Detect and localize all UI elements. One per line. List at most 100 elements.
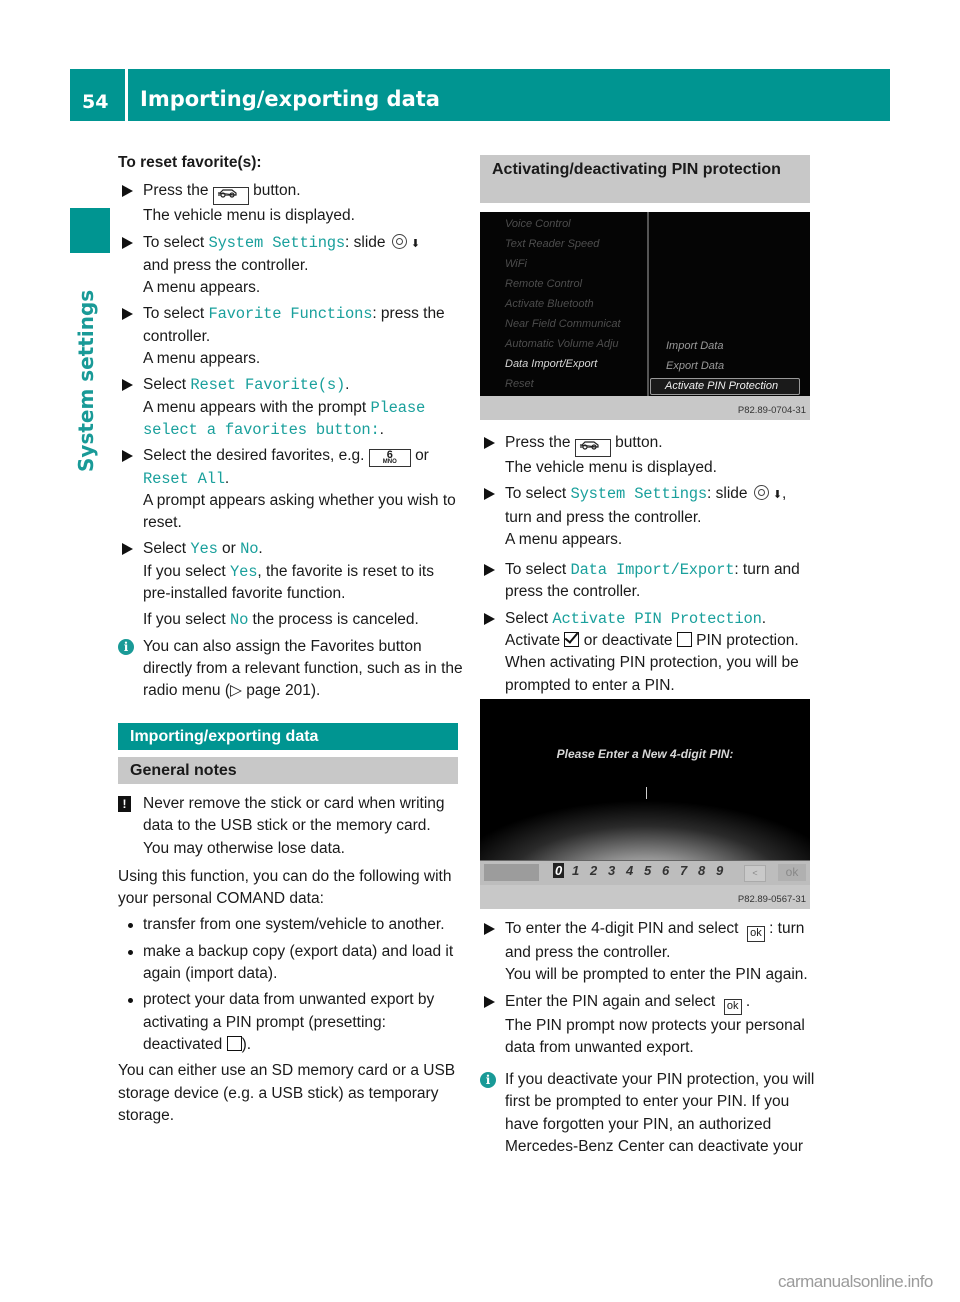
- bullet-icon: [128, 998, 133, 1004]
- menu-item-reset-all: Reset All: [143, 469, 225, 488]
- digit-key: 1: [572, 863, 580, 878]
- menu-item-data-import-export: Data Import/Export: [570, 561, 735, 580]
- step-arrow-icon: [122, 236, 133, 249]
- page-number: 54: [82, 91, 109, 113]
- list-item: transfer from one system/vehicle to anot…: [118, 914, 460, 936]
- screenshot-system-menu: Voice Control Text Reader Speed WiFi Rem…: [480, 212, 810, 420]
- left-column: To reset favorite(s): Press the button. …: [118, 152, 463, 707]
- step-arrow-icon: [484, 437, 495, 449]
- section-header-pin: Activating/deactivating PIN protection: [480, 155, 810, 203]
- menu-item: Near Field Communicat: [505, 318, 621, 330]
- side-tab-label: System settings: [74, 289, 98, 472]
- side-tab-marker: [70, 208, 110, 253]
- menu-item-reset-favorites: Reset Favorite(s): [190, 376, 346, 395]
- figure-caption: P82.89-0704-31: [737, 405, 806, 416]
- menu-item: Reset: [505, 378, 534, 390]
- checkbox-unchecked-icon: [226, 1035, 242, 1051]
- ok-key-icon: ok: [747, 926, 765, 942]
- page-number-box: 54: [70, 69, 125, 121]
- chapter-title: Importing/exporting data: [140, 87, 440, 111]
- step-arrow-icon: [122, 308, 133, 321]
- step: Press the button. The vehicle menu is di…: [118, 180, 463, 227]
- favorite-key-6-icon: 6 MNO: [368, 449, 411, 468]
- bullet-icon: [128, 949, 133, 955]
- digit-bar: 0 1 2 3 4 5 6 7 8 9 < ok: [480, 860, 810, 885]
- digit-key: 8: [698, 863, 706, 878]
- menu-item-system-settings: System Settings: [570, 485, 708, 504]
- step: To select Data Import/Export: turn and p…: [480, 559, 815, 604]
- ok-key-icon: ok: [723, 998, 742, 1015]
- controller-icon: [391, 233, 407, 249]
- digit-key: 4: [626, 863, 634, 878]
- checkbox-checked-icon: [564, 632, 580, 648]
- submenu-item: Export Data: [666, 360, 725, 372]
- checkbox-unchecked-icon: [676, 632, 692, 648]
- menu-item: Activate Bluetooth: [505, 298, 594, 310]
- info-note: i If you deactivate your PIN protection,…: [480, 1069, 815, 1158]
- step: To select System Settings: slide ⬇ and p…: [118, 232, 463, 300]
- digit-key: 7: [680, 863, 688, 878]
- delete-button: <: [744, 865, 766, 882]
- back-button: [484, 864, 539, 881]
- menu-item-favorite-functions: Favorite Functions: [208, 305, 373, 324]
- digit-key: 2: [590, 863, 598, 878]
- subsection-header: General notes: [118, 757, 458, 784]
- screenshot-pin-entry: Please Enter a New 4-digit PIN: 0 1 2 3 …: [480, 699, 810, 909]
- text-cursor: [646, 787, 647, 799]
- submenu-item: Import Data: [666, 340, 724, 352]
- step-arrow-icon: [484, 612, 495, 625]
- info-icon: i: [118, 638, 134, 655]
- menu-item-activate-pin: Activate PIN Protection: [552, 609, 762, 628]
- submenu-item-selected: Activate PIN Protection: [650, 378, 800, 395]
- option-yes: Yes: [190, 540, 218, 559]
- step-arrow-icon: [122, 543, 133, 556]
- vehicle-button-icon: [574, 439, 611, 457]
- intro-text: Using this function, you can do the foll…: [118, 867, 452, 908]
- menu-item: Automatic Volume Adju: [505, 338, 619, 350]
- step: To select Favorite Functions: press the …: [118, 303, 463, 370]
- arrow-down-icon: ⬇: [410, 237, 421, 250]
- digit-key: 6: [662, 863, 670, 878]
- warning-note: ! Never remove the stick or card when wr…: [118, 793, 460, 860]
- section-header: Importing/exporting data: [118, 723, 458, 750]
- menu-item: Remote Control: [505, 278, 583, 290]
- pin-steps: Press the button. The vehicle menu is di…: [480, 432, 815, 701]
- vehicle-button-icon: [212, 187, 249, 206]
- menu-item: Text Reader Speed: [505, 238, 600, 250]
- digit-key: 3: [608, 863, 616, 878]
- step: To enter the 4-digit PIN and select ok :…: [480, 918, 815, 987]
- step: To select System Settings: slide ⬇, turn…: [480, 483, 815, 551]
- chapter-header: Importing/exporting data: [128, 69, 890, 121]
- step-arrow-icon: [484, 564, 495, 577]
- pin-confirm-steps: To enter the 4-digit PIN and select ok :…: [480, 918, 815, 1162]
- step-arrow-icon: [122, 185, 133, 198]
- digit-key: 9: [716, 863, 724, 878]
- reset-favorites-title: To reset favorite(s):: [118, 154, 262, 171]
- menu-item: Voice Control: [505, 218, 571, 230]
- step-arrow-icon: [484, 923, 495, 935]
- side-tab: System settings: [72, 262, 108, 472]
- outro-text: You can either use an SD memory card or …: [118, 1062, 456, 1124]
- step: Select Reset Favorite(s). A menu appears…: [118, 374, 463, 441]
- menu-item-selected: Data Import/Export: [505, 358, 598, 370]
- step: Press the button. The vehicle menu is di…: [480, 432, 815, 479]
- step-arrow-icon: [484, 995, 495, 1008]
- bullet-icon: [128, 923, 133, 929]
- step-arrow-icon: [484, 488, 495, 501]
- step-arrow-icon: [122, 450, 133, 463]
- digit-key: 0: [553, 863, 565, 878]
- option-no: No: [240, 540, 259, 559]
- info-note: i You can also assign the Favorites butt…: [118, 636, 463, 703]
- menu-item-system-settings: System Settings: [208, 233, 346, 252]
- list-item: protect your data from unwanted export b…: [118, 989, 460, 1056]
- menu-item: WiFi: [505, 258, 527, 270]
- list-item: make a backup copy (export data) and loa…: [118, 941, 460, 986]
- arrow-down-icon: ⬇: [772, 489, 783, 502]
- step-arrow-icon: [122, 379, 133, 392]
- info-icon: i: [480, 1072, 496, 1089]
- general-notes: ! Never remove the stick or card when wr…: [118, 793, 460, 1127]
- figure-caption: P82.89-0567-31: [737, 894, 806, 905]
- pin-prompt: Please Enter a New 4-digit PIN:: [556, 747, 734, 761]
- digit-key: 5: [644, 863, 652, 878]
- watermark: carmanualsonline.info: [778, 1272, 933, 1291]
